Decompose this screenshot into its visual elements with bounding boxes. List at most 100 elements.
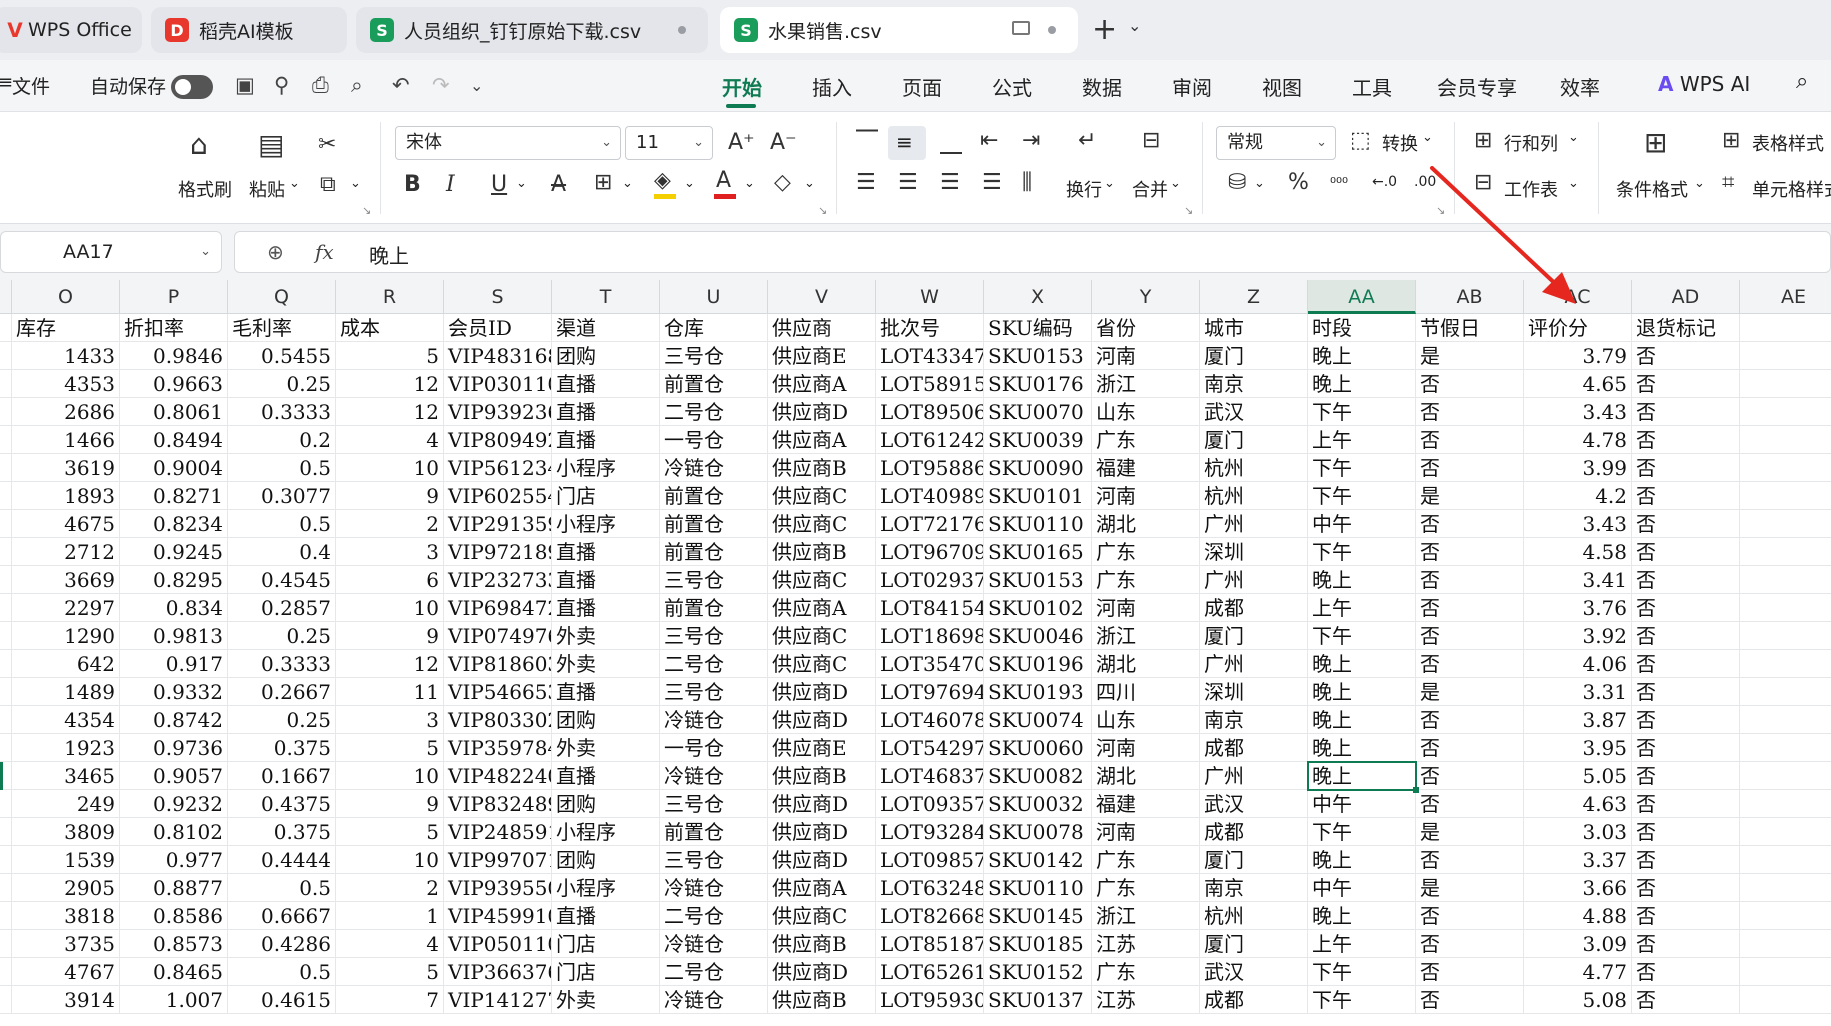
cell[interactable]: 晚上 [1308, 734, 1416, 762]
share-icon[interactable]: ⚲ [274, 73, 289, 97]
cell[interactable]: 河南 [1092, 482, 1200, 510]
cell[interactable]: 冷链仓 [660, 874, 768, 902]
cell[interactable]: 前置仓 [660, 818, 768, 846]
cell-stub[interactable] [0, 678, 12, 706]
cell[interactable] [1740, 510, 1831, 538]
cell[interactable]: 0.5 [228, 958, 336, 986]
column-header-ad[interactable]: AD [1632, 280, 1740, 314]
cell[interactable]: 晚上 [1308, 342, 1416, 370]
cell[interactable]: 0.25 [228, 706, 336, 734]
cell[interactable]: 成都 [1200, 986, 1308, 1014]
cell[interactable]: 0.25 [228, 370, 336, 398]
convert-chevron-icon[interactable]: ⌄ [1422, 130, 1433, 145]
cell[interactable]: 0.9232 [120, 790, 228, 818]
font-expand-icon[interactable]: ↘ [818, 204, 827, 217]
thousands-icon[interactable]: ⁰⁰⁰ [1330, 174, 1348, 192]
cell[interactable]: 冷链仓 [660, 454, 768, 482]
cell[interactable]: 广州 [1200, 650, 1308, 678]
cell[interactable]: 4.58 [1524, 538, 1632, 566]
cell[interactable]: 小程序 [552, 874, 660, 902]
cell[interactable]: 广东 [1092, 426, 1200, 454]
cell[interactable]: 5.08 [1524, 986, 1632, 1014]
cell[interactable]: 河南 [1092, 818, 1200, 846]
cell[interactable]: 1 [336, 902, 444, 930]
cell[interactable]: LOT967090 [876, 538, 984, 566]
cell[interactable]: 3735 [12, 930, 120, 958]
cond-format-chevron-icon[interactable]: ⌄ [1694, 176, 1705, 191]
header-cell[interactable]: 节假日 [1416, 314, 1524, 342]
cell[interactable]: 三号仓 [660, 342, 768, 370]
cell[interactable]: 湖北 [1092, 510, 1200, 538]
cell[interactable]: 12 [336, 398, 444, 426]
cell[interactable]: 1923 [12, 734, 120, 762]
column-header-o[interactable]: O [12, 280, 120, 314]
autosave-toggle[interactable] [171, 75, 213, 99]
fx-icon[interactable]: fx [315, 240, 334, 264]
cell[interactable]: 三号仓 [660, 846, 768, 874]
increase-font-icon[interactable]: A⁺ [728, 130, 755, 155]
cell[interactable]: SKU0145 [984, 902, 1092, 930]
cell[interactable]: 一号仓 [660, 426, 768, 454]
cell[interactable]: 下午 [1308, 482, 1416, 510]
column-header-s[interactable]: S [444, 280, 552, 314]
cell[interactable]: 否 [1416, 650, 1524, 678]
cell[interactable]: 下午 [1308, 986, 1416, 1014]
cell[interactable]: 武汉 [1200, 398, 1308, 426]
cell[interactable]: SKU0153 [984, 566, 1092, 594]
cell[interactable]: 否 [1632, 818, 1740, 846]
cell[interactable]: 0.9245 [120, 538, 228, 566]
cell[interactable]: LOT826687 [876, 902, 984, 930]
cell[interactable]: 10 [336, 846, 444, 874]
cell[interactable]: 供应商A [768, 594, 876, 622]
tab-insert[interactable]: 插入 [812, 72, 852, 101]
cell[interactable]: 供应商C [768, 566, 876, 594]
copy-chevron-icon[interactable]: ⌄ [350, 176, 361, 191]
cell[interactable]: 0.5 [228, 874, 336, 902]
cell[interactable]: 5.05 [1524, 762, 1632, 790]
justify-icon[interactable]: ☰ [982, 170, 1002, 195]
cell[interactable]: 杭州 [1200, 902, 1308, 930]
cell[interactable]: LOT851872 [876, 930, 984, 958]
cell[interactable]: 4354 [12, 706, 120, 734]
cell[interactable] [1740, 566, 1831, 594]
cell-stub[interactable] [0, 426, 12, 454]
cell[interactable]: 3.87 [1524, 706, 1632, 734]
cell[interactable]: 3.41 [1524, 566, 1632, 594]
cell[interactable] [1740, 706, 1831, 734]
cell[interactable]: SKU0090 [984, 454, 1092, 482]
cell[interactable]: 团购 [552, 846, 660, 874]
cell[interactable]: 否 [1416, 706, 1524, 734]
cell[interactable]: 否 [1416, 510, 1524, 538]
zoom-icon[interactable]: ⊕ [267, 240, 284, 264]
cell[interactable]: 小程序 [552, 818, 660, 846]
cell[interactable]: 厦门 [1200, 426, 1308, 454]
increase-decimal-icon[interactable]: ←.0 [1372, 174, 1397, 190]
cell[interactable]: 晚上 [1308, 678, 1416, 706]
cell[interactable]: 否 [1632, 622, 1740, 650]
align-bottom-icon[interactable]: ⎽ [940, 130, 962, 155]
cell[interactable]: 供应商C [768, 650, 876, 678]
cell[interactable]: SKU0110 [984, 510, 1092, 538]
cell[interactable]: 否 [1632, 650, 1740, 678]
cell[interactable]: 直播 [552, 370, 660, 398]
cell[interactable]: VIP291359 [444, 510, 552, 538]
cell[interactable]: 供应商C [768, 510, 876, 538]
cell[interactable] [1740, 902, 1831, 930]
cell[interactable]: 6 [336, 566, 444, 594]
cell[interactable]: 0.8494 [120, 426, 228, 454]
cell[interactable]: 是 [1416, 678, 1524, 706]
cell[interactable]: 否 [1416, 566, 1524, 594]
cell[interactable]: 武汉 [1200, 958, 1308, 986]
cell[interactable]: 4.2 [1524, 482, 1632, 510]
cell[interactable]: 0.9736 [120, 734, 228, 762]
cell[interactable]: LOT612424 [876, 426, 984, 454]
cell[interactable]: 山东 [1092, 398, 1200, 426]
cell[interactable]: 供应商D [768, 678, 876, 706]
cell[interactable]: 3669 [12, 566, 120, 594]
cell[interactable]: 2712 [12, 538, 120, 566]
header-cell[interactable]: 毛利率 [228, 314, 336, 342]
row-col-chevron-icon[interactable]: ⌄ [1568, 130, 1579, 145]
cell[interactable]: VIP232733 [444, 566, 552, 594]
cell[interactable]: 深圳 [1200, 538, 1308, 566]
border-chevron-icon[interactable]: ⌄ [622, 176, 633, 191]
